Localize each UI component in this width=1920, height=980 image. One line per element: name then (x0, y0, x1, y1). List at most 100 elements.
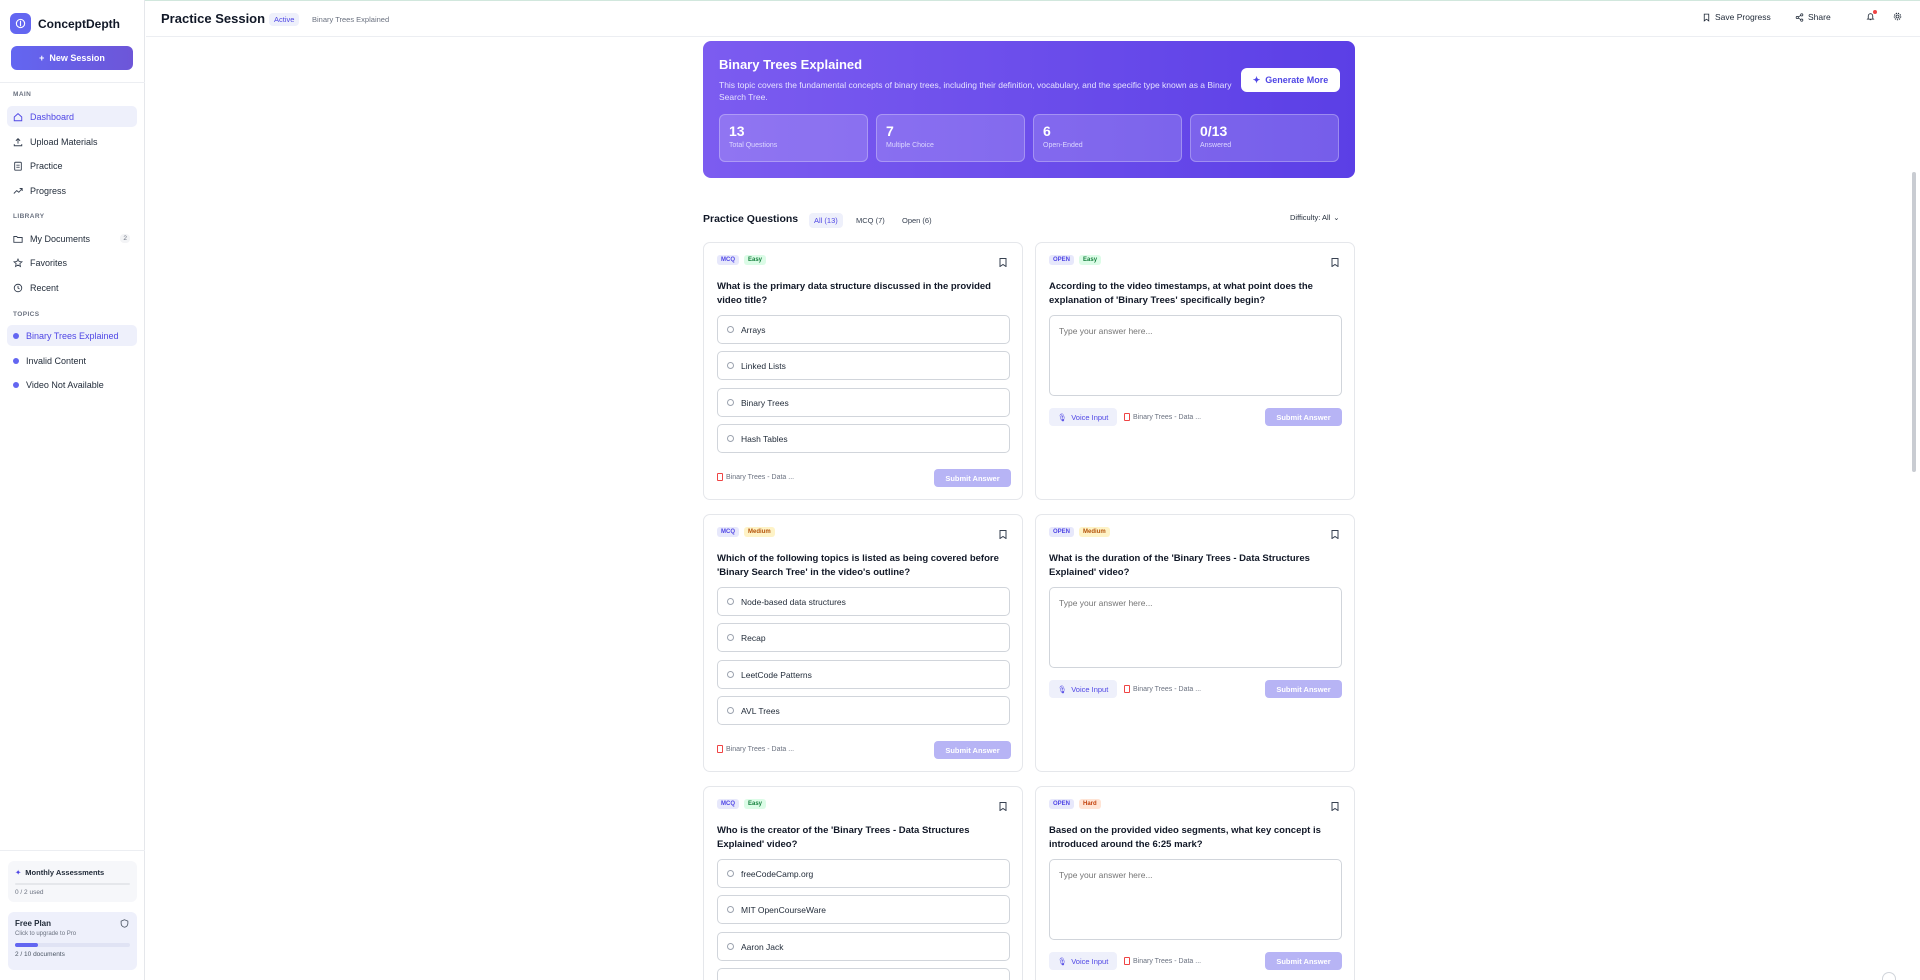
source-link[interactable]: Binary Trees - Data ... (1124, 957, 1201, 965)
answer-option[interactable]: freeCodeCamp.org (717, 859, 1010, 888)
bookmark-icon[interactable] (1331, 802, 1339, 811)
tab-mcq[interactable]: MCQ (7) (851, 213, 890, 228)
sidebar-item-my-documents[interactable]: My Documents 2 (7, 228, 137, 249)
option-label: LeetCode Patterns (741, 669, 812, 680)
submit-answer-button[interactable]: Submit Answer (1265, 680, 1342, 698)
sidebar-item-favorites[interactable]: Favorites (7, 252, 137, 273)
upload-icon (13, 137, 23, 146)
sidebar-item-upload-materials[interactable]: Upload Materials (7, 131, 137, 152)
sidebar-item-label: Practice (30, 160, 63, 171)
bookmark-icon[interactable] (999, 258, 1007, 267)
plan-subtitle: Click to upgrade to Pro (15, 931, 77, 937)
submit-answer-button[interactable]: Submit Answer (934, 469, 1011, 487)
answer-option[interactable]: Node-based data structures (717, 587, 1010, 616)
answer-option[interactable]: Linked Lists (717, 351, 1010, 380)
answer-option[interactable]: MIT OpenCourseWare (717, 895, 1010, 924)
microphone-icon: 🎙 (1057, 956, 1068, 966)
answer-option[interactable]: Aaron Jack (717, 932, 1010, 961)
shield-icon (120, 919, 129, 928)
sidebar-item-label: Recent (30, 282, 59, 293)
sidebar-topic-label: Video Not Available (26, 379, 104, 390)
answer-option[interactable]: AVL Trees (717, 696, 1010, 725)
difficulty-badge: Medium (1079, 527, 1110, 537)
settings-button[interactable] (1893, 12, 1902, 21)
bookmark-icon[interactable] (1331, 530, 1339, 539)
sidebar-topic-label: Invalid Content (26, 355, 87, 366)
microphone-icon: 🎙 (1057, 684, 1068, 694)
type-badge: OPEN (1049, 255, 1075, 265)
answer-textarea[interactable] (1049, 587, 1342, 668)
sidebar-topic-binary-trees[interactable]: Binary Trees Explained (7, 325, 137, 346)
free-plan-card[interactable]: Free Plan Click to upgrade to Pro 2 / 10… (8, 912, 137, 970)
monthly-assessments-card[interactable]: ✦ Monthly Assessments 0 / 2 used (8, 861, 137, 902)
option-label: Hash Tables (741, 433, 788, 444)
status-badge: Active (269, 13, 300, 26)
source-link[interactable]: Binary Trees - Data ... (717, 745, 794, 753)
stat-label: Open-Ended (1043, 142, 1083, 149)
notification-dot (1873, 10, 1877, 14)
voice-input-label: Voice Input (1071, 412, 1109, 422)
source-label: Binary Trees - Data ... (726, 745, 795, 753)
save-progress-button[interactable]: Save Progress (1702, 12, 1771, 22)
sidebar-item-dashboard[interactable]: Dashboard (7, 106, 137, 127)
source-link[interactable]: Binary Trees - Data ... (1124, 413, 1201, 421)
voice-input-button[interactable]: 🎙 Voice Input (1049, 408, 1117, 426)
pdf-icon (717, 745, 723, 753)
submit-answer-button[interactable]: Submit Answer (1265, 408, 1342, 426)
sidebar-topic-video-not-available[interactable]: Video Not Available (7, 374, 137, 395)
sidebar-item-recent[interactable]: Recent (7, 277, 137, 298)
pdf-icon (1124, 957, 1130, 965)
sidebar-topic-invalid-content[interactable]: Invalid Content (7, 350, 137, 371)
folder-icon (13, 235, 23, 243)
sidebar-divider (0, 850, 145, 851)
tab-all[interactable]: All (13) (809, 213, 843, 228)
answer-textarea[interactable] (1049, 315, 1342, 396)
source-link[interactable]: Binary Trees - Data ... (1124, 685, 1201, 693)
sidebar-item-progress[interactable]: Progress (7, 180, 137, 201)
answer-option[interactable]: LeetCode Patterns (717, 660, 1010, 689)
tab-open[interactable]: Open (6) (897, 213, 937, 228)
section-label-topics: TOPICS (13, 311, 40, 318)
new-session-button[interactable]: + New Session (11, 46, 133, 70)
scrollbar-thumb[interactable] (1912, 172, 1916, 472)
answer-option[interactable]: Binary Trees (717, 388, 1010, 417)
option-label: Linked Lists (741, 360, 786, 371)
stat-label: Answered (1200, 142, 1232, 149)
difficulty-badge: Hard (1079, 799, 1101, 809)
breadcrumb: Binary Trees Explained (312, 15, 390, 24)
option-label: freeCodeCamp.org (741, 868, 814, 879)
bookmark-icon[interactable] (999, 530, 1007, 539)
difficulty-select[interactable]: Difficulty: All ⌄ (1290, 213, 1340, 222)
bookmark-icon (1703, 13, 1710, 22)
submit-answer-button[interactable]: Submit Answer (1265, 952, 1342, 970)
scroll-to-top-button[interactable] (1882, 972, 1896, 980)
answer-option[interactable] (717, 968, 1010, 980)
source-link[interactable]: Binary Trees - Data ... (717, 473, 794, 481)
logo-icon (10, 13, 31, 34)
microphone-icon: 🎙 (1057, 412, 1068, 422)
bookmark-icon[interactable] (999, 802, 1007, 811)
sidebar-item-practice[interactable]: Practice (7, 155, 137, 176)
sidebar-divider (0, 82, 145, 83)
bookmark-icon[interactable] (1331, 258, 1339, 267)
question-text: According to the video timestamps, at wh… (1049, 281, 1313, 306)
option-label: Aaron Jack (741, 941, 784, 952)
stat-multiple-choice: 7 Multiple Choice (876, 114, 1025, 162)
voice-input-button[interactable]: 🎙 Voice Input (1049, 680, 1117, 698)
question-card: MCQ Easy Who is the creator of the 'Bina… (703, 786, 1023, 980)
voice-input-button[interactable]: 🎙 Voice Input (1049, 952, 1117, 970)
monthly-assessments-title-row: ✦ Monthly Assessments (15, 868, 130, 877)
submit-answer-button[interactable]: Submit Answer (934, 741, 1011, 759)
logo[interactable]: ConceptDepth (10, 13, 120, 34)
answer-option[interactable]: Hash Tables (717, 424, 1010, 453)
topic-dot-icon (13, 381, 19, 388)
share-button[interactable]: Share (1795, 12, 1831, 22)
topic-dot-icon (13, 357, 19, 364)
monthly-assessments-usage: 0 / 2 used (15, 889, 44, 896)
answer-option[interactable]: Arrays (717, 315, 1010, 344)
answer-option[interactable]: Recap (717, 623, 1010, 652)
generate-more-button[interactable]: ✦ Generate More (1241, 68, 1340, 92)
notifications-button[interactable] (1866, 10, 1877, 21)
stat-label: Total Questions (729, 142, 778, 149)
answer-textarea[interactable] (1049, 859, 1342, 940)
